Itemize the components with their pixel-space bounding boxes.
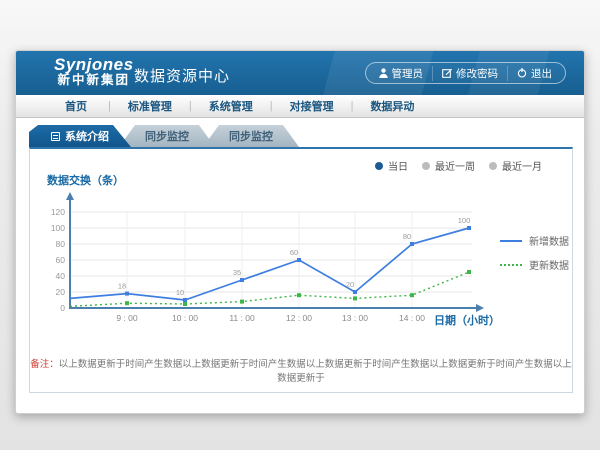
app-title: 数据资源中心 xyxy=(134,65,230,86)
note-text: 以上数据更新于时间产生数据以上数据更新于时间产生数据以上数据更新于时间产生数据以… xyxy=(59,359,572,384)
legend-item-new-data[interactable]: 新增数据 xyxy=(500,233,569,248)
svg-text:80: 80 xyxy=(403,232,411,241)
svg-text:35: 35 xyxy=(233,268,241,277)
power-icon xyxy=(517,68,527,78)
radio-dot-selected xyxy=(375,162,383,170)
tab-system-intro[interactable]: 系统介绍 xyxy=(29,125,131,147)
chart-legend: 新增数据 更新数据 xyxy=(500,233,569,272)
footer-note: 备注：以上数据更新于时间产生数据以上数据更新于时间产生数据以上数据更新于时间产生… xyxy=(30,356,572,384)
change-password-label: 修改密码 xyxy=(456,66,498,81)
tab-label: 同步监控 xyxy=(145,128,189,144)
company-logo: Synjones 新中新集团 xyxy=(54,56,134,87)
user-menu[interactable]: 管理员 xyxy=(370,66,433,81)
x-axis-title: 日期（小时） xyxy=(434,312,500,328)
app-header: Synjones 新中新集团 数据资源中心 管理员 修改密码 xyxy=(16,51,584,95)
app-window: Synjones 新中新集团 数据资源中心 管理员 修改密码 xyxy=(15,50,585,414)
change-password-button[interactable]: 修改密码 xyxy=(432,66,507,81)
tab-sync-monitor-1[interactable]: 同步监控 xyxy=(119,125,215,147)
logout-label: 退出 xyxy=(531,66,552,81)
user-name: 管理员 xyxy=(392,66,424,81)
tab-sync-monitor-2[interactable]: 同步监控 xyxy=(203,125,299,147)
svg-text:12 : 00: 12 : 00 xyxy=(286,313,312,323)
tab-label: 系统介绍 xyxy=(65,128,109,144)
tab-bar: 系统介绍 同步监控 同步监控 xyxy=(29,125,299,147)
tab-label: 同步监控 xyxy=(229,128,273,144)
time-range-filter: 当日 最近一周 最近一月 xyxy=(375,158,542,173)
legend-solid-line-icon xyxy=(500,240,522,242)
svg-text:40: 40 xyxy=(56,271,66,281)
radio-today[interactable]: 当日 xyxy=(375,158,408,173)
note-label: 备注： xyxy=(30,359,59,370)
radio-label: 最近一月 xyxy=(502,158,542,173)
svg-text:10 : 00: 10 : 00 xyxy=(172,313,198,323)
svg-text:18: 18 xyxy=(118,282,126,291)
svg-text:60: 60 xyxy=(290,248,298,257)
svg-text:10: 10 xyxy=(176,288,184,297)
svg-text:9 : 00: 9 : 00 xyxy=(116,313,138,323)
svg-text:60: 60 xyxy=(56,255,66,265)
svg-text:80: 80 xyxy=(56,239,66,249)
svg-text:11 : 00: 11 : 00 xyxy=(229,313,255,323)
main-nav: 首页 | 标准管理 | 系统管理 | 对接管理 | 数据异动 xyxy=(16,95,584,118)
radio-label: 最近一周 xyxy=(435,158,475,173)
legend-label: 更新数据 xyxy=(529,257,569,272)
nav-item-home[interactable]: 首页 xyxy=(44,98,108,114)
legend-item-updated-data[interactable]: 更新数据 xyxy=(500,257,569,272)
y-axis-title: 数据交换（条） xyxy=(47,172,124,188)
logout-button[interactable]: 退出 xyxy=(507,66,561,81)
radio-last-month[interactable]: 最近一月 xyxy=(489,158,542,173)
edit-icon xyxy=(442,68,452,78)
svg-text:100: 100 xyxy=(51,223,65,233)
nav-item-data-change[interactable]: 数据异动 xyxy=(353,98,431,114)
nav-item-interface-mgmt[interactable]: 对接管理 xyxy=(273,98,351,114)
logo-text-en: Synjones xyxy=(54,56,134,74)
radio-label: 当日 xyxy=(388,158,408,173)
legend-label: 新增数据 xyxy=(529,233,569,248)
legend-dotted-line-icon xyxy=(500,264,522,266)
logo-text-cn: 新中新集团 xyxy=(54,74,134,87)
svg-text:100: 100 xyxy=(458,216,471,225)
radio-last-week[interactable]: 最近一周 xyxy=(422,158,475,173)
nav-item-standard-mgmt[interactable]: 标准管理 xyxy=(111,98,189,114)
svg-text:0: 0 xyxy=(60,303,65,313)
svg-text:14 : 00: 14 : 00 xyxy=(399,313,425,323)
svg-text:120: 120 xyxy=(51,207,65,217)
document-icon xyxy=(51,132,60,141)
radio-dot xyxy=(489,162,497,170)
user-toolbar: 管理员 修改密码 退出 xyxy=(365,62,567,84)
user-icon xyxy=(379,68,388,78)
svg-text:20: 20 xyxy=(56,287,66,297)
chart-panel: 0 20 40 60 80 100 120 9 : 00 10 : 00 11 : 00 12 : … xyxy=(29,147,573,393)
svg-text:20: 20 xyxy=(346,280,354,289)
nav-item-system-mgmt[interactable]: 系统管理 xyxy=(192,98,270,114)
svg-text:13 : 00: 13 : 00 xyxy=(342,313,368,323)
radio-dot xyxy=(422,162,430,170)
